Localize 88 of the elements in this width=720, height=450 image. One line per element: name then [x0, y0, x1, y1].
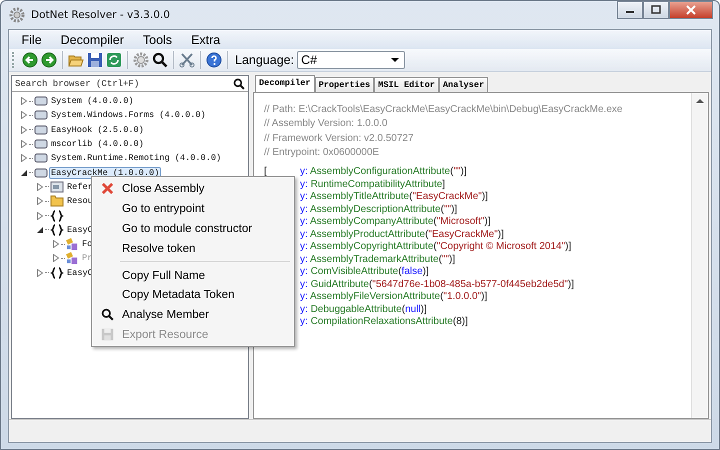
expand-arrow-icon[interactable]	[52, 240, 60, 248]
close-button[interactable]	[669, 1, 713, 19]
close-icon	[686, 5, 696, 15]
code-line: y: AssemblyProductAttribute("EasyCrackMe")]	[300, 228, 504, 242]
language-label: Language:	[235, 53, 294, 67]
menu-item[interactable]: Copy Metadata Token	[120, 288, 235, 302]
expand-arrow-icon[interactable]	[20, 97, 28, 106]
braces-icon	[50, 266, 64, 279]
menu-item[interactable]: Extra	[182, 32, 230, 46]
tab[interactable]: Decompiler	[255, 75, 315, 92]
collapse-arrow-icon[interactable]	[20, 168, 28, 177]
save-icon[interactable]	[87, 52, 103, 68]
search-field[interactable]: Search browser (Ctrl+F)	[15, 78, 233, 88]
code-line: y: AssemblyTrademarkAttribute("")]	[300, 254, 456, 266]
collapse-arrow-icon[interactable]	[36, 226, 44, 234]
braces-icon	[50, 224, 64, 236]
menu-item[interactable]: File	[12, 32, 52, 46]
caret-icon	[391, 58, 400, 62]
expand-arrow-icon[interactable]	[36, 268, 44, 277]
class-icon	[66, 238, 79, 251]
assembly-icon	[34, 153, 48, 164]
scissors-icon[interactable]	[179, 52, 195, 68]
menu-item[interactable]: Tools	[133, 32, 182, 46]
code-line: y: AssemblyFileVersionAttribute("1.0.0.0")]	[300, 291, 488, 304]
language-dropdown[interactable]: C#	[297, 51, 406, 69]
folder-icon	[50, 195, 64, 208]
minimize-button[interactable]	[617, 1, 643, 19]
tree-item[interactable]: EasyCrackMe (1.0.0.0)	[49, 166, 162, 179]
expand-arrow-icon[interactable]	[52, 254, 60, 262]
code-line: y: RuntimeCompatibilityAttribute]	[300, 178, 446, 192]
tree-item[interactable]: EasyHook (2.5.0.0)	[49, 124, 146, 136]
assembly-icon	[34, 96, 48, 106]
code-line: y: AssemblyTitleAttribute("EasyCrackMe")]	[300, 191, 488, 204]
code-line: y: AssemblyDescriptionAttribute("")]	[300, 204, 458, 216]
tab[interactable]: MSIL Editor	[374, 77, 439, 92]
code-line: y: AssemblyCopyrightAttribute("Copyright © Microsoft 2014")]	[300, 241, 572, 254]
code-comment: // Assembly Version: 1.0.0.0	[264, 117, 388, 132]
code-line: y: DebuggableAttribute(null)]	[300, 304, 427, 316]
menu-item[interactable]: Resolve token	[120, 242, 196, 255]
scroll-up-icon[interactable]	[696, 99, 704, 103]
code-line: y: AssemblyCompanyAttribute("Microsoft")]	[300, 216, 491, 229]
code-line: y: AssemblyConfigurationAttribute("")]	[300, 166, 467, 179]
code-line: y: GuidAttribute("5647d76e-1b08-485a-b577-0f445eb2de5d")]	[300, 278, 574, 292]
save-icon	[100, 328, 114, 341]
expand-arrow-icon[interactable]	[36, 212, 44, 220]
expand-arrow-icon[interactable]	[20, 126, 28, 134]
tree-item[interactable]: Refer	[65, 180, 95, 193]
tab[interactable]: Analyser	[438, 77, 488, 92]
code-line: y: ComVisibleAttribute(false)]	[300, 266, 429, 279]
scrollbar[interactable]	[691, 93, 708, 418]
expand-arrow-icon[interactable]	[36, 182, 44, 191]
braces-icon	[50, 210, 64, 222]
search-icon[interactable]	[152, 52, 168, 68]
expand-arrow-icon[interactable]	[20, 140, 28, 148]
menu-item[interactable]: Go to module constructor	[120, 222, 252, 235]
expand-arrow-icon[interactable]	[20, 154, 28, 162]
search-icon	[233, 78, 245, 90]
references-icon	[50, 180, 64, 193]
menu-item[interactable]: Go to entrypoint	[120, 202, 204, 216]
gear-icon	[9, 7, 25, 23]
code-text: [	[264, 166, 267, 178]
tree-item[interactable]: System (4.0.0.0)	[49, 95, 136, 108]
maximize-icon	[651, 5, 661, 15]
close-icon	[100, 182, 114, 196]
refresh-icon[interactable]	[106, 52, 122, 68]
search-icon	[100, 308, 114, 322]
code-comment: // Framework Version: v2.0.50727	[264, 132, 415, 146]
maximize-button[interactable]	[643, 1, 669, 19]
window-title: DotNet Resolver - v3.3.0.0	[31, 9, 170, 21]
tree-item[interactable]: mscorlib (4.0.0.0)	[49, 138, 146, 150]
class-icon	[66, 252, 79, 265]
assembly-icon	[34, 168, 48, 178]
help-icon[interactable]	[206, 52, 222, 68]
menu-item[interactable]: Copy Full Name	[120, 268, 206, 282]
menu-item[interactable]: Decompiler	[51, 32, 134, 46]
assembly-icon	[34, 124, 48, 135]
menu-item[interactable]: Analyse Member	[120, 308, 209, 322]
tree-item[interactable]: System.Runtime.Remoting (4.0.0.0)	[49, 152, 224, 164]
tab[interactable]: Properties	[314, 77, 374, 92]
tree-item[interactable]: System.Windows.Forms (4.0.0.0)	[49, 109, 208, 122]
expand-arrow-icon[interactable]	[36, 197, 44, 206]
code-comment: // Path: E:\CrackTools\EasyCrackMe\EasyCrackMe\bin\Debug\EasyCrackMe.exe	[264, 103, 624, 117]
assembly-icon	[34, 110, 48, 120]
code-line: y: CompilationRelaxationsAttribute(8)]	[300, 316, 468, 329]
menu-item[interactable]: Close Assembly	[120, 182, 204, 196]
expand-arrow-icon[interactable]	[20, 111, 28, 120]
code-comment: // Entrypoint: 0x0600000E	[264, 146, 380, 160]
assembly-icon	[34, 139, 48, 150]
